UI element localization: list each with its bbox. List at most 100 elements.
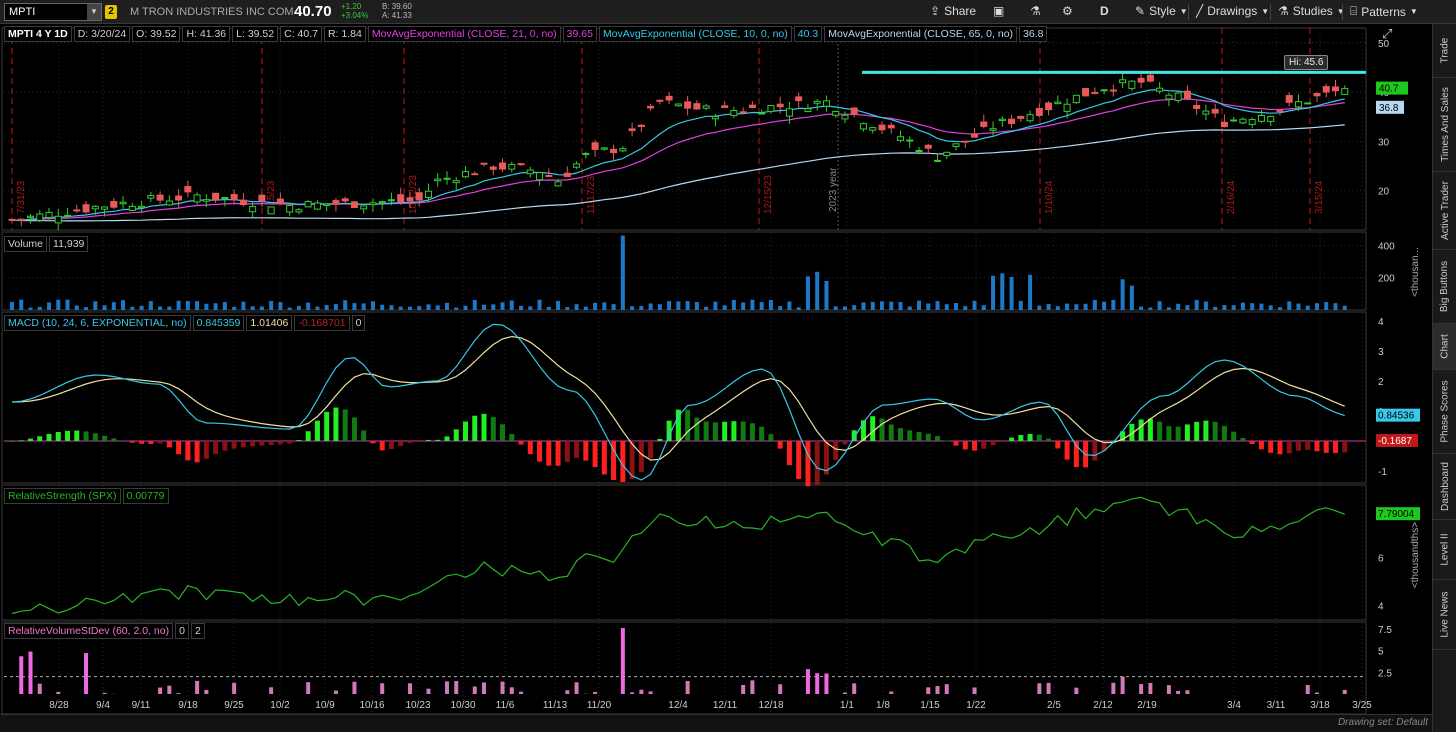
- macd-histogram-bar: [213, 441, 219, 454]
- candle-body: [665, 95, 673, 101]
- candle-body: [73, 209, 81, 212]
- volume-bar: [1166, 307, 1171, 310]
- macd-histogram-bar: [490, 416, 496, 441]
- macd-histogram-bar: [814, 441, 820, 485]
- tab-level-ii[interactable]: Level II: [1433, 520, 1456, 580]
- macd-histogram-bar: [685, 409, 691, 441]
- macd-histogram-bar: [1249, 441, 1255, 445]
- candle-body: [1322, 86, 1330, 93]
- price-tick-label: 30: [1378, 137, 1390, 148]
- volume-bar: [1203, 301, 1208, 310]
- volume-bar: [472, 299, 477, 310]
- tab-phase-scores[interactable]: Phase Scores: [1433, 370, 1456, 454]
- share-button[interactable]: ⇪ Share: [930, 4, 976, 18]
- symbol-dropdown-icon[interactable]: ▼: [87, 4, 101, 20]
- volume-bar: [805, 276, 810, 310]
- candle-body: [934, 159, 942, 162]
- macd-histogram-bar: [139, 441, 145, 444]
- macd-histogram-bar: [222, 441, 228, 451]
- top-toolbar: MPTI ▼ 2 M TRON INDUSTRIES INC COM 40.70…: [0, 0, 1456, 24]
- volume-bar: [1157, 301, 1162, 310]
- tab-active-trader[interactable]: Active Trader: [1433, 172, 1456, 250]
- studies-button[interactable]: ⚗ Studies ▼: [1278, 4, 1345, 18]
- rvs-bar: [500, 681, 505, 694]
- link-group-badge[interactable]: 2: [105, 5, 117, 19]
- x-tick-label: 12/11: [713, 700, 738, 711]
- candle-body: [1100, 89, 1108, 92]
- pane-vol: [1, 231, 1367, 311]
- volume-bar: [870, 301, 875, 310]
- rvs-bar: [815, 673, 820, 694]
- x-tick-label: 1/8: [876, 700, 890, 711]
- rvs-bar: [444, 681, 449, 694]
- macd-histogram-bar: [953, 441, 959, 446]
- volume-bar: [222, 302, 227, 310]
- macd-histogram-bar: [564, 441, 570, 462]
- tab-label: Level II: [1439, 533, 1451, 566]
- macd-histogram-bar: [925, 433, 931, 441]
- chart-area[interactable]: 203040507/31/239/15/2310/12/2311/17/2312…: [0, 24, 1432, 714]
- volume-bar: [852, 305, 857, 310]
- volume-bar: [407, 306, 412, 310]
- rvs-bar: [37, 683, 42, 694]
- macd-tick-label: 3: [1378, 347, 1384, 358]
- tab-times-and-sales[interactable]: Times And Sales: [1433, 78, 1456, 172]
- candle-body: [276, 198, 284, 205]
- macd-histogram-bar: [1268, 441, 1274, 453]
- macd-histogram-bar: [407, 441, 413, 444]
- volume-bar: [944, 304, 949, 310]
- macd-histogram-bar: [879, 418, 885, 441]
- volume-bar: [241, 301, 246, 310]
- macd-histogram-bar: [250, 441, 256, 447]
- volume-bar: [1185, 305, 1190, 310]
- snapshot-button[interactable]: ▣: [993, 4, 1004, 18]
- tab-dashboard[interactable]: Dashboard: [1433, 454, 1456, 520]
- macd-histogram-bar: [1221, 425, 1227, 441]
- macd-histogram-bar: [935, 436, 941, 441]
- candle-body: [1304, 102, 1312, 105]
- flask-button[interactable]: ⚗: [1030, 4, 1041, 18]
- candle-body: [110, 201, 118, 208]
- tab-live-news[interactable]: Live News: [1433, 580, 1456, 650]
- event-date-label: 7/31/23: [16, 180, 27, 214]
- volume-bar: [991, 275, 996, 310]
- macd-histogram-bar: [712, 422, 718, 441]
- style-label: Style: [1149, 4, 1176, 18]
- x-tick-label: 2/12: [1093, 700, 1113, 711]
- volume-bar: [482, 304, 487, 310]
- candle-body: [295, 209, 303, 213]
- volume-bar: [713, 301, 718, 310]
- event-date-label: 11/17/23: [586, 175, 597, 214]
- candle-body: [545, 174, 553, 177]
- rvs-bar: [158, 687, 163, 694]
- drawings-button[interactable]: ╱ Drawings ▼: [1196, 4, 1269, 18]
- tab-big-buttons[interactable]: Big Buttons: [1433, 250, 1456, 324]
- symbol-input[interactable]: MPTI ▼: [4, 3, 102, 21]
- volume-bar: [528, 306, 533, 310]
- style-button[interactable]: ✎ Style ▼: [1135, 4, 1188, 18]
- rvs-bar: [482, 682, 487, 694]
- volume-bar: [556, 300, 561, 310]
- candle-body: [360, 205, 368, 210]
- tab-chart[interactable]: Chart: [1433, 324, 1456, 370]
- candle-body: [230, 193, 238, 201]
- macd-histogram-bar: [527, 441, 533, 455]
- tab-trade[interactable]: Trade: [1433, 24, 1456, 78]
- macd-histogram-bar: [749, 423, 755, 441]
- macd-histogram-bar: [1166, 426, 1172, 441]
- rvs-bar: [56, 691, 61, 694]
- settings-button[interactable]: ⚙: [1062, 4, 1073, 18]
- candle-body: [45, 211, 53, 218]
- volume-bar: [1287, 301, 1292, 310]
- period-button[interactable]: D: [1100, 4, 1109, 18]
- volume-tick-label: 200: [1378, 274, 1395, 285]
- macd-histogram-bar: [638, 441, 644, 472]
- candle-body: [489, 166, 497, 170]
- candle-body: [147, 195, 155, 199]
- volume-bar: [917, 300, 922, 310]
- macd-histogram-bar: [1157, 421, 1163, 441]
- candle-body: [711, 116, 719, 120]
- bottom-scroll-bar[interactable]: Drawing set: Default: [0, 714, 1432, 732]
- symbol-text: MPTI: [9, 6, 36, 18]
- patterns-button[interactable]: ⌸ Patterns ▼: [1350, 4, 1418, 19]
